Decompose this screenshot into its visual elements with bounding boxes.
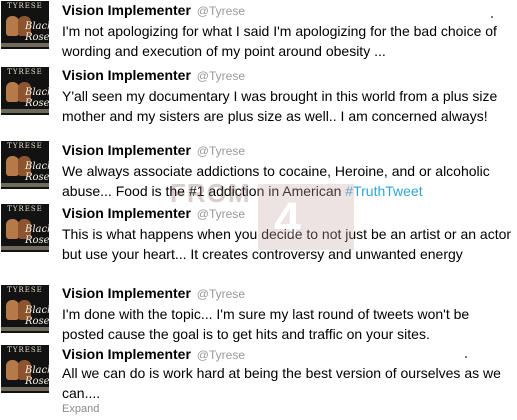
expand-link[interactable]: Expand xyxy=(62,403,99,415)
avatar[interactable]: TYRESE Black Rose xyxy=(1,67,49,115)
avatar-band xyxy=(1,327,49,331)
tweet-body: We always associate addictions to cocain… xyxy=(62,163,490,199)
author-handle[interactable]: @Tyrese xyxy=(197,207,245,221)
avatar-title: TYRESE xyxy=(7,68,43,76)
tweet-author[interactable]: Vision Implementer @Tyrese xyxy=(62,67,245,83)
avatar[interactable]: TYRESE Black Rose xyxy=(1,285,49,333)
tweet-text: All we can do is work hard at being the … xyxy=(62,365,501,401)
author-name[interactable]: Vision Implementer xyxy=(62,2,191,18)
author-name[interactable]: Vision Implementer xyxy=(62,67,191,83)
avatar[interactable]: TYRESE Black Rose xyxy=(1,204,49,252)
author-name[interactable]: Vision Implementer xyxy=(62,346,191,362)
avatar-band xyxy=(1,43,49,47)
tweet-text: I'm not apologizing for what I said I'm … xyxy=(62,23,497,59)
tweet-text: I'm done with the topic... I'm sure my l… xyxy=(62,306,470,342)
hashtag-link[interactable]: #TruthTweet xyxy=(345,183,422,199)
avatar-band xyxy=(1,387,49,391)
author-handle[interactable]: @Tyrese xyxy=(197,69,245,83)
avatar-band xyxy=(1,109,49,113)
tweet-text: We always associate addictions to cocain… xyxy=(62,161,512,201)
tweet-author[interactable]: Vision Implementer @Tyrese xyxy=(62,346,245,362)
tweet-author[interactable]: Vision Implementer @Tyrese xyxy=(62,205,245,221)
avatar[interactable]: TYRESE Black Rose xyxy=(1,1,49,49)
tweet-author[interactable]: Vision Implementer @Tyrese xyxy=(62,142,245,158)
tweet-author[interactable]: Vision Implementer @Tyrese xyxy=(62,2,245,18)
author-handle[interactable]: @Tyrese xyxy=(197,4,245,18)
avatar[interactable]: TYRESE Black Rose xyxy=(1,345,49,393)
tweet-text: Y'all seen my documentary I was brought … xyxy=(62,88,498,124)
avatar-script: Black Rose xyxy=(25,224,49,246)
avatar-title: TYRESE xyxy=(7,286,43,294)
avatar-script: Black Rose xyxy=(25,21,49,43)
tweet-author[interactable]: Vision Implementer @Tyrese xyxy=(62,285,245,301)
author-name[interactable]: Vision Implementer xyxy=(62,285,191,301)
author-handle[interactable]: @Tyrese xyxy=(197,348,245,362)
avatar-title: TYRESE xyxy=(7,142,43,150)
avatar-title: TYRESE xyxy=(7,346,43,354)
avatar-title: TYRESE xyxy=(7,2,43,10)
author-handle[interactable]: @Tyrese xyxy=(197,287,245,301)
author-name[interactable]: Vision Implementer xyxy=(62,142,191,158)
avatar-script: Black Rose xyxy=(25,161,49,183)
avatar-band xyxy=(1,246,49,250)
tweet-feed: TYRESE Black Rose Vision Implementer @Ty… xyxy=(0,0,517,420)
avatar-script: Black Rose xyxy=(25,365,49,387)
tweet-text: This is what happens when you decide to … xyxy=(62,226,512,262)
avatar-band xyxy=(1,183,49,187)
author-name[interactable]: Vision Implementer xyxy=(62,205,191,221)
avatar-script: Black Rose xyxy=(25,87,49,109)
avatar-script: Black Rose xyxy=(25,305,49,327)
avatar[interactable]: TYRESE Black Rose xyxy=(1,141,49,189)
author-handle[interactable]: @Tyrese xyxy=(197,144,245,158)
timestamp-dot xyxy=(491,16,493,18)
avatar-title: TYRESE xyxy=(7,205,43,213)
timestamp-dot xyxy=(465,356,467,358)
